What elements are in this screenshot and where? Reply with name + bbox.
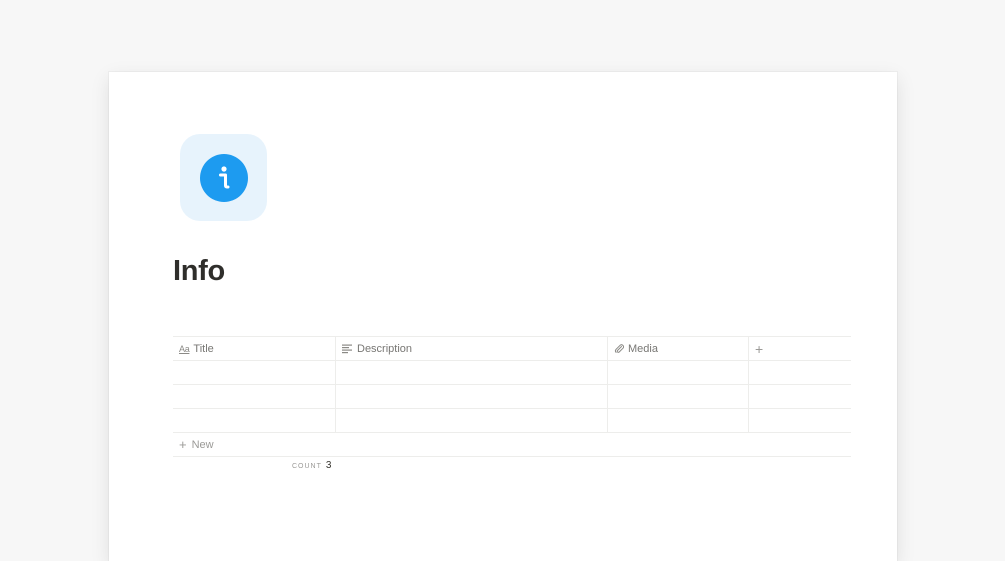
cell-media[interactable] [608,361,749,384]
column-header-label: Title [193,342,214,355]
cell-empty [749,409,851,432]
column-header-media[interactable]: Media [608,337,749,360]
database-table: Aa Title Description Media + + New COUNT… [173,336,851,471]
plus-icon: + [755,340,764,357]
info-icon [199,153,248,202]
add-column-button[interactable]: + [749,337,851,360]
cell-empty [749,385,851,408]
cell-empty [749,361,851,384]
paperclip-icon [614,343,624,354]
text-lines-icon [342,344,353,354]
count-summary[interactable]: COUNT 3 [292,460,331,471]
cell-media[interactable] [608,385,749,408]
page-icon[interactable] [180,134,267,221]
count-value: 3 [325,460,332,471]
cell-description[interactable] [336,409,608,432]
cell-media[interactable] [608,409,749,432]
new-row-label: New [191,438,214,451]
cell-title[interactable] [173,361,336,384]
text-aa-icon: Aa [179,343,190,354]
cell-description[interactable] [336,385,608,408]
table-row[interactable] [173,409,851,433]
plus-icon: + [179,437,187,452]
column-header-label: Media [628,342,658,355]
page: Info Aa Title Description Media + + New … [109,72,897,561]
new-row-button[interactable]: + New [173,433,851,457]
column-header-description[interactable]: Description [336,337,608,360]
column-header-label: Description [357,342,413,355]
cell-title[interactable] [173,385,336,408]
cell-description[interactable] [336,361,608,384]
table-row[interactable] [173,361,851,385]
table-header-row: Aa Title Description Media + [173,336,851,361]
table-row[interactable] [173,385,851,409]
cell-title[interactable] [173,409,336,432]
page-title[interactable]: Info [173,255,225,288]
count-label: COUNT [292,463,322,470]
column-header-title[interactable]: Aa Title [173,337,336,360]
